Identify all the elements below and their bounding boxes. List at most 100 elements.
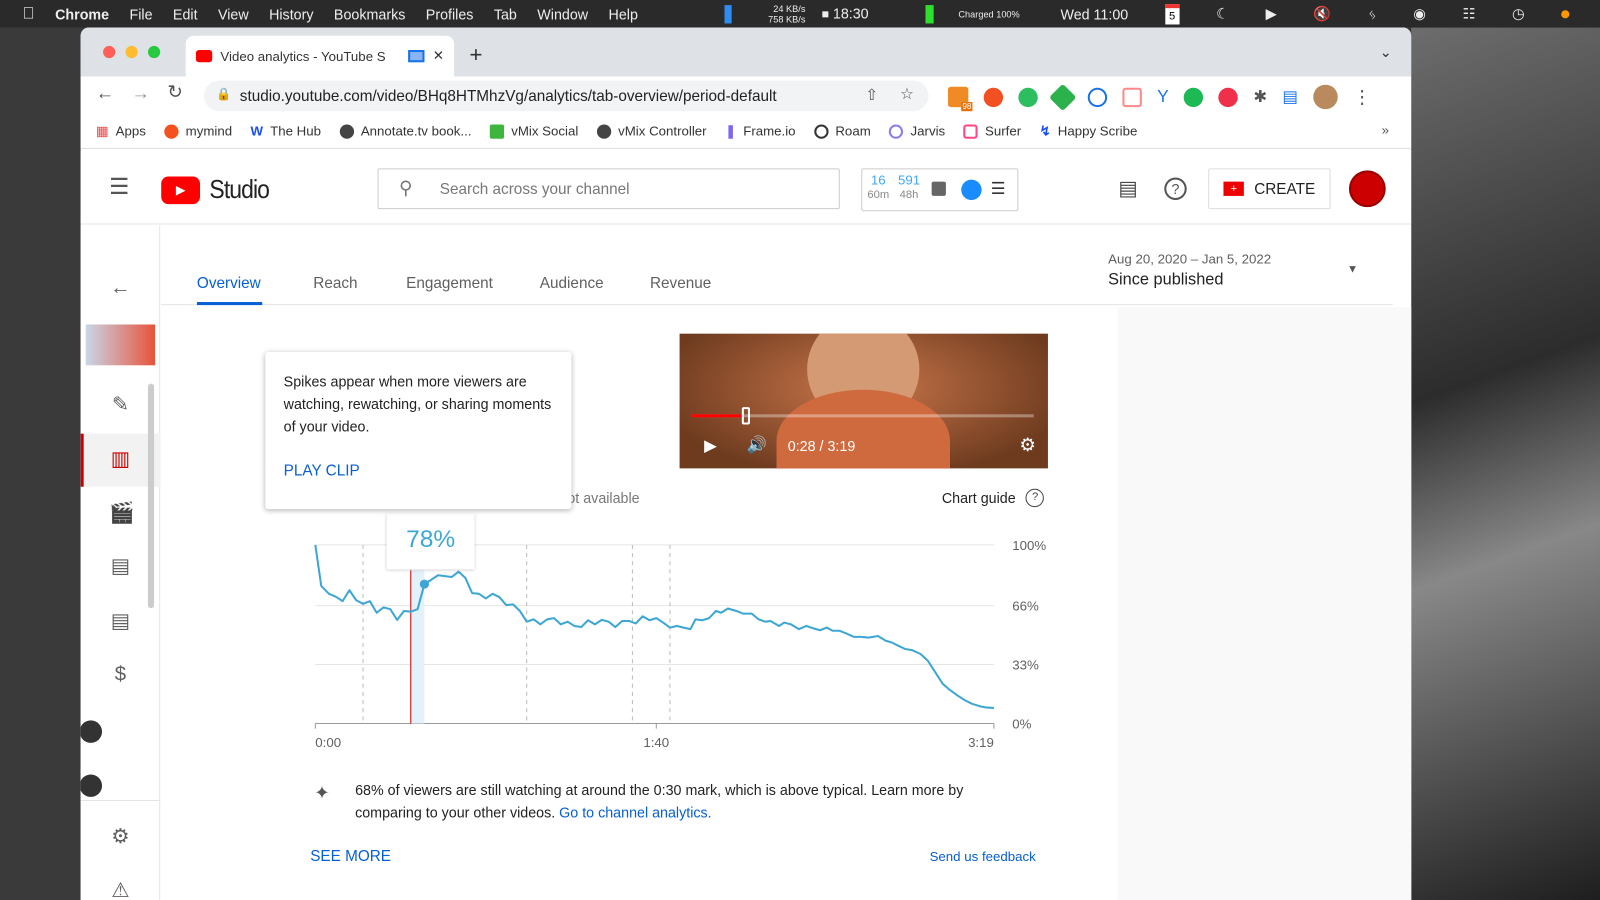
bookmark-the-hub[interactable]: W The Hub xyxy=(250,123,321,138)
menu-history[interactable]: History xyxy=(269,6,313,22)
control-center-icon[interactable]: ☷ xyxy=(1462,5,1475,22)
lock-icon: 🔒 xyxy=(216,86,232,102)
studio-logo[interactable]: ▶ Studio xyxy=(161,176,272,206)
edit-details-icon[interactable]: ✎ xyxy=(109,394,131,416)
moon-icon[interactable]: ☾ xyxy=(1216,5,1229,22)
back-arrow-icon[interactable]: ← xyxy=(109,277,131,299)
chrome-menu-icon[interactable]: ⋮ xyxy=(1353,86,1371,107)
feedly-icon[interactable] xyxy=(1049,83,1077,111)
share-icon[interactable]: ⇧ xyxy=(865,86,878,104)
menu-edit[interactable]: Edit xyxy=(173,6,198,22)
monetization-dollar-icon[interactable]: $ xyxy=(109,663,131,685)
menu-file[interactable]: File xyxy=(129,6,152,22)
channel-analytics-link[interactable]: Go to channel analytics. xyxy=(559,804,711,820)
see-more-button[interactable]: SEE MORE xyxy=(310,848,391,865)
menu-help[interactable]: Help xyxy=(609,6,638,22)
create-button[interactable]: + CREATE xyxy=(1208,168,1331,210)
feedback-messages-icon[interactable]: ▤ xyxy=(1118,176,1137,202)
bookmark-jarvis[interactable]: Jarvis xyxy=(889,123,946,139)
vidiq-widget[interactable]: 16 60m 591 48h ☰ xyxy=(861,168,1019,212)
play-clip-button[interactable]: PLAY CLIP xyxy=(284,460,553,482)
tab-search-chevron-icon[interactable]: ⌄ xyxy=(1380,44,1392,61)
video-thumbnail[interactable] xyxy=(85,324,156,366)
menu-tab[interactable]: Tab xyxy=(494,6,517,22)
evernote-icon[interactable] xyxy=(1018,87,1038,107)
back-icon[interactable]: ← xyxy=(96,83,114,104)
reload-icon[interactable]: ↻ xyxy=(167,82,182,103)
battery-status[interactable]: Charged 100% xyxy=(925,4,1024,23)
subtitles-icon[interactable]: ▤ xyxy=(109,610,131,632)
bookmark-mymind[interactable]: mymind xyxy=(164,123,232,139)
bookmark-roam[interactable]: Roam xyxy=(813,123,871,139)
extension-lock-icon[interactable] xyxy=(1087,87,1108,107)
extension-98-icon[interactable]: 98 xyxy=(947,86,973,112)
forward-icon[interactable]: → xyxy=(132,83,150,104)
date-range-picker[interactable]: Aug 20, 2020 – Jan 5, 2022 Since publish… xyxy=(1108,251,1358,290)
channel-search-input[interactable]: ⚲ Search across your channel xyxy=(377,168,840,210)
new-tab-button[interactable]: + xyxy=(469,42,482,69)
extension-play-icon[interactable] xyxy=(1184,87,1204,107)
bookmark-frameio[interactable]: ❚ Frame.io xyxy=(725,123,796,139)
menu-bookmarks[interactable]: Bookmarks xyxy=(334,6,405,22)
bluetooth-icon[interactable]: ᛃ xyxy=(1368,6,1377,22)
menu-app[interactable]: Chrome xyxy=(55,6,109,22)
cast-icon[interactable]: ▤ xyxy=(1282,87,1297,107)
extension-y-icon[interactable]: Y xyxy=(1157,87,1169,107)
network-speed[interactable]: 24 KB/s 758 KB/s xyxy=(768,4,805,24)
address-bar[interactable]: 🔒 studio.youtube.com/video/BHq8HTMhzVg/a… xyxy=(204,80,929,112)
mymind-icon xyxy=(164,123,179,139)
editor-clapper-icon[interactable]: 🎬 xyxy=(109,502,134,524)
browser-tab-active[interactable]: Video analytics - YouTube S ✕ xyxy=(185,35,455,77)
cpu-meter-icon[interactable] xyxy=(724,4,732,23)
bookmark-vmix-social[interactable]: vMix Social xyxy=(489,123,578,139)
extensions-puzzle-icon[interactable]: ✱ xyxy=(1253,87,1267,107)
clock-icon[interactable]: ◷ xyxy=(1512,5,1524,22)
comments-icon[interactable]: ▤ xyxy=(109,555,131,577)
play-circle-icon[interactable]: ▶ xyxy=(1266,5,1277,22)
vidiq-sidebar-icon-2[interactable] xyxy=(80,774,103,797)
studio-logo-text: Studio xyxy=(209,175,270,205)
hamburger-menu-icon[interactable]: ☰ xyxy=(109,173,129,200)
extension-plus-icon[interactable] xyxy=(983,87,1004,107)
maximize-window-button[interactable] xyxy=(147,45,161,59)
bookmark-label: Jarvis xyxy=(910,123,946,139)
create-label: CREATE xyxy=(1254,180,1316,198)
extension-red-icon[interactable] xyxy=(1218,87,1239,107)
hub-icon: W xyxy=(250,123,263,139)
calendar-icon[interactable]: 5 xyxy=(1164,3,1180,24)
bookmark-apps[interactable]: ▦ Apps xyxy=(96,123,146,139)
apple-icon[interactable]:  xyxy=(22,5,34,23)
menu-window[interactable]: Window xyxy=(537,6,588,22)
vidiq-menu-icon[interactable]: ☰ xyxy=(991,179,1006,199)
timer[interactable]: ⏹ 18:30 xyxy=(822,5,889,22)
account-avatar[interactable] xyxy=(1348,170,1386,208)
apps-grid-icon: ▦ xyxy=(95,122,109,139)
vidiq-chart-icon[interactable] xyxy=(931,181,946,196)
settings-gear-icon[interactable]: ⚙ xyxy=(109,826,131,848)
bookmark-happy-scribe[interactable]: ↯ Happy Scribe xyxy=(1039,123,1137,139)
minimize-window-button[interactable] xyxy=(125,45,138,59)
bookmark-star-icon[interactable]: ☆ xyxy=(900,85,914,103)
nav-scrollbar[interactable] xyxy=(147,383,155,609)
analytics-icon[interactable]: ▥ xyxy=(109,448,131,470)
notification-dot-icon[interactable] xyxy=(1561,9,1570,18)
send-feedback-icon[interactable]: ⚠ xyxy=(109,880,131,900)
send-feedback-link[interactable]: Send us feedback xyxy=(930,849,1036,864)
nav-divider xyxy=(80,799,161,802)
vidiq-logo-icon[interactable] xyxy=(961,179,982,200)
tab-close-icon[interactable]: ✕ xyxy=(433,48,444,64)
wifi-icon[interactable]: ◉ xyxy=(1413,5,1425,22)
bookmark-surfer[interactable]: Surfer xyxy=(963,123,1021,139)
more-bookmarks-icon[interactable]: » xyxy=(1382,122,1389,137)
profile-avatar[interactable] xyxy=(1313,84,1338,110)
help-icon[interactable]: ? xyxy=(1164,177,1187,200)
extension-pen-icon[interactable] xyxy=(1122,87,1142,107)
close-window-button[interactable] xyxy=(103,45,116,59)
menu-view[interactable]: View xyxy=(218,6,249,22)
menu-profiles[interactable]: Profiles xyxy=(426,6,474,22)
mute-icon[interactable]: 🔇 xyxy=(1313,5,1331,22)
clock[interactable]: Wed 11:00 xyxy=(1060,6,1128,22)
bookmark-annotate[interactable]: Annotate.tv book... xyxy=(339,123,471,139)
bookmark-vmix-controller[interactable]: vMix Controller xyxy=(596,123,707,139)
vidiq-sidebar-icon[interactable] xyxy=(80,720,103,743)
